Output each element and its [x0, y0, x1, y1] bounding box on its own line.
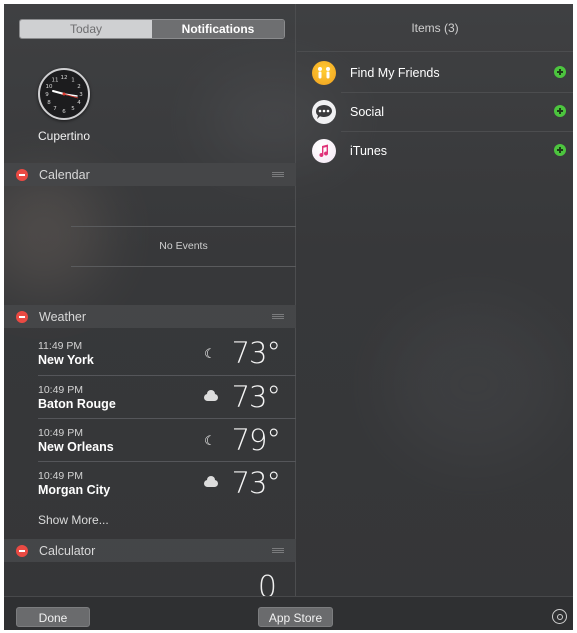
drag-handle-icon[interactable] [272, 548, 284, 553]
cloud-icon [204, 476, 218, 487]
list-item-itunes[interactable]: iTunes [312, 131, 573, 170]
app-store-button[interactable]: App Store [258, 607, 333, 627]
bottom-bar: Done App Store [4, 596, 573, 630]
social-icon [312, 99, 336, 124]
svg-text:3: 3 [79, 92, 83, 98]
find-my-friends-icon [312, 60, 336, 85]
moon-icon: ☾ [204, 433, 216, 448]
item-label: Social [350, 104, 385, 119]
show-more-link[interactable]: Show More... [38, 513, 109, 527]
widgets-panel: Today Notifications 12 1 2 345 678 9 10 11 [4, 4, 296, 605]
item-label: Find My Friends [350, 65, 440, 80]
weather-temp: 73° [231, 466, 281, 500]
svg-text:6: 6 [62, 109, 66, 115]
done-button[interactable]: Done [16, 607, 90, 627]
tab-today[interactable]: Today [20, 20, 152, 38]
clock-city-label: Cupertino [37, 129, 91, 143]
remove-calculator-button[interactable] [16, 544, 28, 557]
calculator-widget-header: Calculator [4, 539, 296, 562]
weather-row: 10:49 PM Baton Rouge 73° [38, 375, 296, 418]
calculator-title: Calculator [39, 543, 96, 558]
svg-text:9: 9 [45, 92, 49, 98]
cloud-icon [204, 390, 218, 401]
weather-widget-header: Weather [4, 305, 296, 328]
gear-icon[interactable] [552, 609, 567, 624]
svg-text:2: 2 [77, 84, 81, 90]
weather-temp: 73° [231, 380, 281, 414]
world-clock-widget: 12 1 2 345 678 9 10 11 Cupertino [34, 68, 94, 143]
weather-time: 10:49 PM [38, 384, 83, 396]
list-item-social[interactable]: Social [312, 92, 573, 131]
add-find-my-friends-button[interactable] [554, 66, 566, 78]
svg-text:1: 1 [71, 78, 75, 84]
weather-city: New York [38, 353, 94, 367]
tab-notifications[interactable]: Notifications [152, 20, 284, 38]
items-panel: Items (3) Find My Friends Social iTunes [297, 4, 573, 596]
weather-temp: 73° [231, 336, 281, 370]
list-item-find-my-friends[interactable]: Find My Friends [312, 53, 573, 92]
divider [297, 51, 573, 52]
moon-icon: ☾ [204, 346, 216, 361]
weather-time: 11:49 PM [38, 340, 83, 352]
calendar-title: Calendar [39, 167, 90, 182]
items-title: Items (3) [411, 21, 459, 35]
weather-city: New Orleans [38, 440, 114, 454]
remove-weather-button[interactable] [16, 310, 28, 323]
weather-time: 10:49 PM [38, 427, 83, 439]
drag-handle-icon[interactable] [272, 314, 284, 319]
add-itunes-button[interactable] [554, 144, 566, 156]
clock-icon: 12 1 2 345 678 9 10 11 [38, 68, 90, 120]
remove-calendar-button[interactable] [16, 168, 28, 181]
svg-text:10: 10 [46, 84, 53, 90]
add-social-button[interactable] [554, 105, 566, 117]
weather-city: Baton Rouge [38, 397, 116, 411]
notification-center-edit-window: Today Notifications 12 1 2 345 678 9 10 11 [4, 4, 573, 630]
calendar-widget-header: Calendar [4, 163, 296, 186]
svg-text:5: 5 [71, 106, 75, 112]
no-events-label: No Events [71, 226, 296, 267]
drag-handle-icon[interactable] [272, 172, 284, 177]
segmented-control: Today Notifications [19, 19, 285, 39]
svg-text:4: 4 [77, 100, 81, 106]
weather-row: 10:49 PM Morgan City 73° [38, 461, 296, 504]
svg-text:11: 11 [52, 78, 59, 84]
weather-city: Morgan City [38, 483, 111, 497]
weather-row: 11:49 PM New York ☾ 73° [38, 332, 296, 375]
weather-temp: 79° [231, 423, 281, 457]
weather-time: 10:49 PM [38, 470, 83, 482]
svg-text:8: 8 [47, 100, 51, 106]
item-label: iTunes [350, 143, 388, 158]
weather-row: 10:49 PM New Orleans ☾ 79° [38, 418, 296, 461]
weather-title: Weather [39, 309, 87, 324]
svg-text:7: 7 [53, 106, 57, 112]
svg-text:12: 12 [61, 75, 68, 81]
itunes-icon [312, 138, 336, 163]
